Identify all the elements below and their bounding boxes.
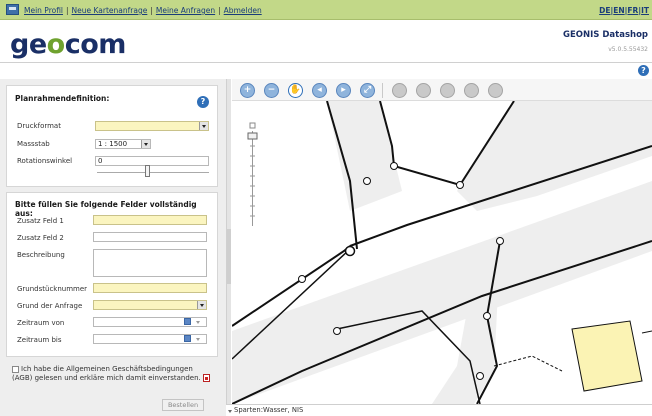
chevron-down-icon[interactable] xyxy=(228,410,232,413)
calendar-icon[interactable] xyxy=(184,318,191,325)
status-text: Sparten:Wasser, NIS xyxy=(234,406,304,414)
nav-link-mein-profil[interactable]: Mein Profil xyxy=(24,6,63,15)
calendar-icon[interactable] xyxy=(184,335,191,342)
map-vertex-selected xyxy=(344,245,356,257)
lang-it[interactable]: IT xyxy=(641,6,649,15)
zusatz-feld-2-label: Zusatz Feld 2 xyxy=(17,234,64,242)
map-vertex xyxy=(456,181,464,189)
chevron-down-icon[interactable] xyxy=(196,338,200,341)
lang-de[interactable]: DE xyxy=(599,6,610,15)
grund-label: Grund der Anfrage xyxy=(17,302,83,310)
lang-fr[interactable]: FR xyxy=(627,6,638,15)
road-north-fill xyxy=(327,101,402,211)
full-extent-icon[interactable]: ⤢ xyxy=(360,83,375,98)
top-nav-links: Mein Profil | Neue Kartenanfrage | Meine Anf… xyxy=(24,6,262,15)
beschreibung-textarea[interactable] xyxy=(93,249,207,277)
druckformat-select[interactable] xyxy=(95,121,209,131)
plan-help-icon[interactable]: ? xyxy=(197,96,209,108)
toolbar-separator xyxy=(382,83,383,98)
map-vertex xyxy=(483,312,491,320)
massstab-label: Massstab xyxy=(17,140,50,148)
left-panel: Planrahmendefinition: ? Druckformat Mass… xyxy=(0,79,226,416)
chevron-down-icon[interactable] xyxy=(196,321,200,324)
back-arrow-icon[interactable]: ◂ xyxy=(312,83,327,98)
zoom-slider-thumb xyxy=(247,132,258,140)
parcel-connector xyxy=(641,330,652,334)
geocom-logo: geocom xyxy=(10,29,126,60)
agb-text: Ich habe die Allgemeinen Geschäftsbeding… xyxy=(12,365,201,382)
rotation-slider-thumb[interactable] xyxy=(145,165,151,177)
print-icon[interactable] xyxy=(392,83,407,98)
page-header: geocom GEONIS Datashop v5.0.5.55432 xyxy=(0,21,652,63)
zoom-slider-plus xyxy=(249,122,256,129)
map-vertex xyxy=(390,162,398,170)
zeitraum-von-label: Zeitraum von xyxy=(17,319,65,327)
bestellen-button[interactable]: Bestellen xyxy=(162,399,204,411)
zusatz-feld-2-input[interactable] xyxy=(93,232,207,242)
agb-consent-text: Ich habe die Allgemeinen Geschäftsbeding… xyxy=(12,365,210,383)
map-drawing xyxy=(232,101,652,404)
beschreibung-label: Beschreibung xyxy=(17,251,65,259)
zeitraum-bis-input[interactable] xyxy=(93,334,207,344)
zoom-out-icon[interactable]: − xyxy=(264,83,279,98)
header-divider xyxy=(0,62,652,63)
rotation-label: Rotationswinkel xyxy=(17,157,73,165)
grundstuecknummer-input[interactable] xyxy=(93,283,207,293)
status-bar: Sparten:Wasser, NIS xyxy=(226,404,652,416)
massstab-select[interactable]: 1 : 1500 xyxy=(95,139,151,149)
map-vertex xyxy=(496,237,504,245)
zoom-in-icon[interactable]: + xyxy=(240,83,255,98)
chevron-down-icon xyxy=(197,301,206,309)
measure-icon[interactable] xyxy=(440,83,455,98)
zusatz-feld-1-label: Zusatz Feld 1 xyxy=(17,217,64,225)
lang-en[interactable]: EN xyxy=(613,6,624,15)
nav-link-meine-anfragen[interactable]: Meine Anfragen xyxy=(156,6,215,15)
zeitraum-von-input[interactable] xyxy=(93,317,207,327)
plan-definition-title: Planrahmendefinition: xyxy=(15,94,110,103)
parcel-polygon xyxy=(571,320,643,392)
top-nav-bar: Mein Profil | Neue Kartenanfrage | Meine Anf… xyxy=(0,0,652,20)
nav-link-abmelden[interactable]: Abmelden xyxy=(224,6,262,15)
massstab-value: 1 : 1500 xyxy=(98,140,128,148)
app-version: v5.0.5.55432 xyxy=(608,46,648,53)
map-icon xyxy=(6,4,19,15)
map-toolbar: + − ✋ ◂ ▸ ⤢ xyxy=(232,79,652,101)
forward-arrow-icon[interactable]: ▸ xyxy=(336,83,351,98)
map-vertex xyxy=(298,275,306,283)
pdf-icon[interactable] xyxy=(203,374,210,382)
chevron-down-icon xyxy=(141,140,150,148)
app-title: GEONIS Datashop xyxy=(563,30,648,40)
map-vertex xyxy=(333,327,341,335)
language-switcher: DE|EN|FR|IT xyxy=(599,6,649,15)
dashed-line-1 xyxy=(493,355,563,372)
grundstuecknummer-label: Grundstücknummer xyxy=(17,285,88,293)
druckformat-label: Druckformat xyxy=(17,122,61,130)
rotation-input[interactable]: 0 xyxy=(95,156,209,166)
pan-hand-icon[interactable]: ✋ xyxy=(288,83,303,98)
zusatz-feld-1-input[interactable] xyxy=(93,215,207,225)
map-canvas[interactable] xyxy=(232,101,652,404)
layers-icon[interactable] xyxy=(416,83,431,98)
scrollbar-thumb[interactable] xyxy=(227,229,231,284)
rotation-slider-track[interactable] xyxy=(97,172,209,173)
nav-link-neue-kartenanfrage[interactable]: Neue Kartenanfrage xyxy=(72,6,148,15)
info-icon[interactable] xyxy=(464,83,479,98)
zeitraum-bis-label: Zeitraum bis xyxy=(17,336,62,344)
map-vertex xyxy=(363,177,371,185)
order-form-section: Bitte füllen Sie folgende Felder vollstä… xyxy=(6,192,218,357)
help-icon[interactable]: ? xyxy=(638,65,649,76)
settings-icon[interactable] xyxy=(488,83,503,98)
grund-select[interactable] xyxy=(93,300,207,310)
chevron-down-icon xyxy=(199,122,208,130)
map-vertex xyxy=(476,372,484,380)
left-panel-scrollbar[interactable] xyxy=(226,79,231,416)
